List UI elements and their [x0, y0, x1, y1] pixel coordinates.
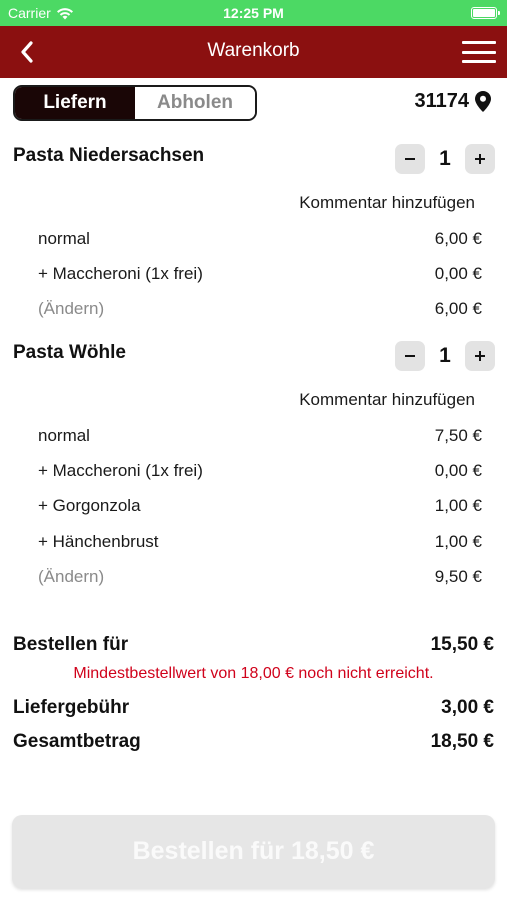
item-line-price: 6,00 €	[434, 229, 482, 248]
subtotal-label: Bestellen für	[13, 634, 129, 655]
item-line: (Ändern) 6,00 €	[38, 299, 482, 319]
minus-icon	[405, 355, 415, 357]
delivery-fee-label: Liefergebühr	[13, 697, 130, 718]
plus-icon	[475, 154, 485, 164]
item-line-price: 7,50 €	[434, 426, 482, 445]
hamburger-icon-line	[462, 50, 496, 54]
postcode-selector[interactable]: 31174	[414, 90, 491, 113]
status-bar: Carrier 12:25 PM	[0, 0, 507, 26]
edit-item-link[interactable]: (Ändern)	[38, 299, 104, 319]
item-line-label: + Hänchenbrust	[38, 532, 159, 551]
tab-pickup[interactable]: Abholen	[135, 87, 255, 119]
subtotal-value: 15,50 €	[430, 634, 494, 655]
item-line-price: 0,00 €	[434, 264, 482, 283]
total-label: Gesamtbetrag	[13, 731, 141, 752]
location-pin-icon	[475, 91, 491, 112]
quantity-value: 1	[439, 147, 451, 170]
tab-deliver[interactable]: Liefern	[15, 87, 135, 119]
item-line: + Maccheroni (1x frei) 0,00 €	[38, 264, 482, 284]
total-value: 18,50 €	[430, 731, 494, 752]
plus-icon	[475, 351, 485, 361]
item-line: (Ändern) 9,50 €	[38, 567, 482, 587]
item-line: normal 6,00 €	[38, 229, 482, 249]
item-line-price: 1,00 €	[434, 496, 482, 515]
delivery-mode-segment: Liefern Abholen	[13, 85, 257, 121]
hamburger-icon	[462, 41, 496, 44]
menu-button[interactable]	[461, 39, 497, 65]
add-comment-link[interactable]: Kommentar hinzufügen	[299, 390, 475, 410]
item-line-price: 0,00 €	[434, 461, 482, 480]
edit-item-link[interactable]: (Ändern)	[38, 567, 104, 587]
item-title: Pasta Niedersachsen	[13, 145, 205, 166]
item-line-price: 1,00 €	[434, 532, 482, 551]
item-line-price: 9,50 €	[434, 567, 482, 586]
increase-button[interactable]	[465, 341, 495, 371]
page-title: Warenkorb	[207, 40, 300, 61]
item-line-label: + Maccheroni (1x frei)	[38, 461, 203, 480]
decrease-button[interactable]	[395, 341, 425, 371]
item-line-label: + Gorgonzola	[38, 496, 141, 515]
item-line: normal 7,50 €	[38, 426, 482, 446]
navigation-bar: Warenkorb	[0, 26, 507, 78]
hamburger-icon-line	[462, 60, 496, 63]
item-line-price: 6,00 €	[434, 299, 482, 318]
add-comment-link[interactable]: Kommentar hinzufügen	[299, 193, 475, 213]
increase-button[interactable]	[465, 144, 495, 174]
postcode-value: 31174	[414, 90, 469, 112]
delivery-fee-value: 3,00 €	[441, 697, 494, 718]
minus-icon	[405, 158, 415, 160]
quantity-stepper: 1	[395, 340, 495, 372]
item-line-label: normal	[38, 426, 90, 445]
total-row: Gesamtbetrag 18,50 €	[13, 731, 494, 753]
battery-icon	[471, 7, 500, 19]
item-line: + Maccheroni (1x frei) 0,00 €	[38, 461, 482, 481]
item-line-label: normal	[38, 229, 90, 248]
clock: 12:25 PM	[223, 5, 284, 21]
place-order-button[interactable]: Bestellen für 18,50 €	[12, 815, 495, 888]
delivery-fee-row: Liefergebühr 3,00 €	[13, 697, 494, 719]
item-line-label: + Maccheroni (1x frei)	[38, 264, 203, 283]
item-line: + Hänchenbrust 1,00 €	[38, 532, 482, 552]
quantity-stepper: 1	[395, 143, 495, 175]
item-title: Pasta Wöhle	[13, 342, 126, 363]
quantity-value: 1	[439, 344, 451, 367]
item-line: + Gorgonzola 1,00 €	[38, 496, 482, 516]
subtotal-row: Bestellen für 15,50 €	[13, 634, 494, 656]
decrease-button[interactable]	[395, 144, 425, 174]
minimum-order-warning: Mindestbestellwert von 18,00 € noch nich…	[73, 665, 434, 682]
